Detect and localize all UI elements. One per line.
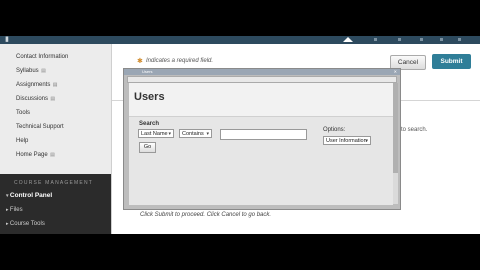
popup-title-bar-text: Users: [142, 69, 153, 74]
sidebar-item-technical-support[interactable]: Technical Support: [16, 124, 64, 130]
required-field-note: Indicates a required field.: [146, 58, 214, 64]
close-icon[interactable]: ✕: [394, 69, 397, 74]
dot-icon: [458, 38, 461, 41]
top-navigation-bar: ▮: [0, 36, 480, 44]
search-panel: Search Last Name ▾ Contains ▾ Options: Use…: [129, 116, 393, 205]
course-management-header: COURSE MANAGEMENT: [14, 180, 94, 186]
sidebar-sub-item-course-tools[interactable]: ▸ Course Tools: [6, 221, 45, 227]
sidebar-item-syllabus[interactable]: Syllabus ▤: [16, 68, 46, 74]
go-button[interactable]: Go: [139, 142, 156, 153]
control-panel-link[interactable]: ▾ Control Panel: [6, 192, 52, 199]
popup-title-bar: Users ✕: [124, 69, 400, 75]
instruction-text: to search.: [401, 127, 428, 133]
search-input[interactable]: [220, 129, 307, 140]
search-field-select[interactable]: Last Name ▾: [138, 129, 174, 138]
chevron-down-icon: ▾: [168, 131, 171, 137]
chevron-icon: ▤: [49, 96, 56, 102]
submit-instructions: Click Submit to proceed. Click Cancel to…: [140, 212, 272, 218]
scrollbar-thumb[interactable]: [393, 83, 398, 173]
dot-icon: [398, 38, 401, 41]
popup-body: Users Search Last Name ▾ Contains ▾ Option…: [129, 83, 393, 205]
asterisk-icon: ✱: [137, 58, 143, 65]
chevron-down-icon: ▾: [365, 138, 368, 144]
sidebar-item-help[interactable]: Help: [16, 138, 28, 144]
dot-icon: [374, 38, 377, 41]
dot-icon: [440, 38, 443, 41]
search-label: Search: [139, 121, 160, 127]
chevron-icon: ▤: [48, 152, 55, 158]
popup-scrollbar[interactable]: [393, 83, 398, 204]
users-popup-window: Users ✕ Users Search Last Name ▾ Contains…: [123, 68, 401, 210]
menu-icon[interactable]: ▮: [5, 36, 9, 43]
sidebar-sub-item-files[interactable]: ▸ Files: [6, 207, 23, 213]
chevron-down-icon: ▾: [206, 131, 209, 137]
sidebar-item-home-page[interactable]: Home Page ▤: [16, 152, 55, 158]
dot-icon: [420, 38, 423, 41]
options-label: Options:: [323, 127, 346, 133]
chevron-icon: ▤: [51, 82, 58, 88]
submit-button[interactable]: Submit: [432, 54, 471, 69]
chevron-icon: ▤: [39, 68, 46, 74]
page-title: Users: [134, 91, 165, 103]
course-menu-sidebar: Contact Information Syllabus ▤ Assignmen…: [0, 44, 112, 234]
options-select[interactable]: User Information ▾: [323, 136, 371, 145]
sidebar-item-contact-information[interactable]: Contact Information: [16, 54, 68, 60]
sidebar-item-discussions[interactable]: Discussions ▤: [16, 96, 55, 102]
sidebar-item-assignments[interactable]: Assignments ▤: [16, 82, 57, 88]
popup-address-bar[interactable]: [127, 76, 397, 83]
active-tab-caret-icon: [343, 37, 353, 42]
search-operator-select[interactable]: Contains ▾: [179, 129, 212, 138]
sidebar-item-tools[interactable]: Tools: [16, 110, 30, 116]
